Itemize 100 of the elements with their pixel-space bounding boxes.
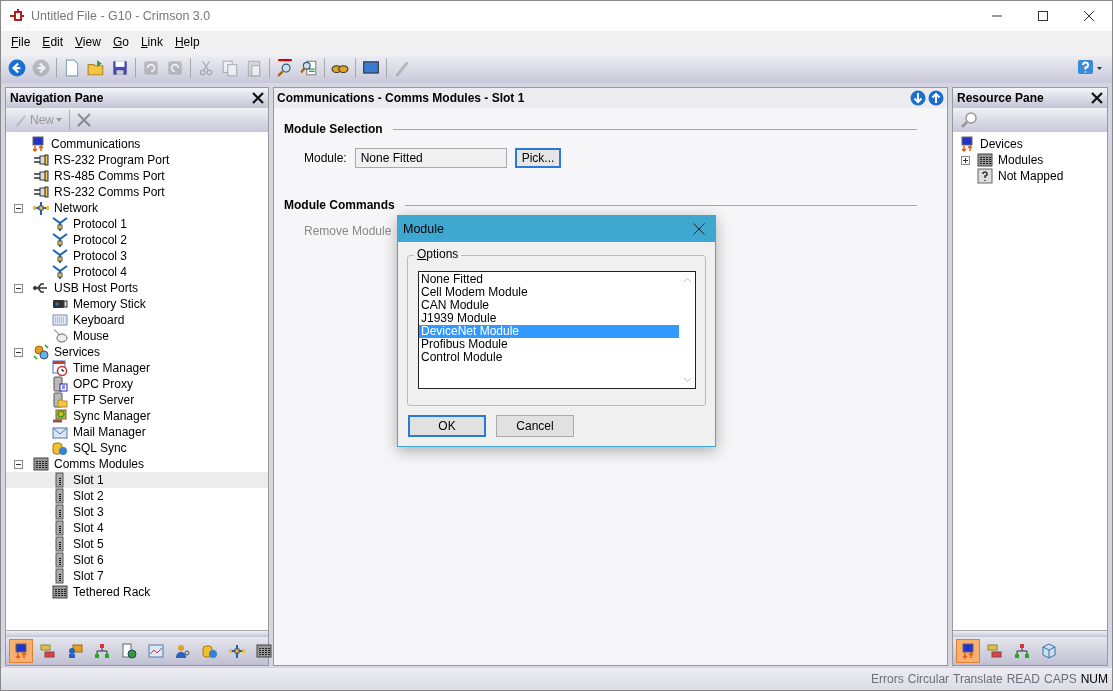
gears-icon <box>33 344 49 360</box>
tree-item[interactable]: Slot 6 <box>6 552 268 568</box>
menu-item[interactable]: Go <box>106 35 135 49</box>
tree-item[interactable]: Tethered Rack <box>6 584 268 600</box>
tree-item[interactable]: Not Mapped <box>953 168 1107 184</box>
tree-item[interactable]: Sync Manager <box>6 408 268 424</box>
mouse-icon <box>52 328 68 344</box>
tree-item[interactable]: Protocol 4 <box>6 264 268 280</box>
app-icon <box>9 8 25 24</box>
pick-button[interactable]: Pick... <box>514 148 562 168</box>
close-button[interactable] <box>693 223 705 235</box>
pane-title: Navigation Pane <box>10 91 104 105</box>
tree-item[interactable]: FTP Server <box>6 392 268 408</box>
status-indicator: CAPS <box>1044 672 1077 686</box>
down-arrow-icon[interactable] <box>910 90 926 106</box>
tree-item[interactable]: Slot 2 <box>6 488 268 504</box>
expander-icon[interactable] <box>14 459 23 469</box>
tree-item[interactable]: SQL Sync <box>6 440 268 456</box>
list-item[interactable]: J1939 Module <box>419 312 679 325</box>
tree-item[interactable]: RS-485 Comms Port <box>6 168 268 184</box>
tree-item[interactable]: Mouse <box>6 328 268 344</box>
tree-item[interactable]: Network <box>6 200 268 216</box>
server-icon <box>52 376 68 392</box>
tree-item[interactable]: OPC Proxy <box>6 376 268 392</box>
network-icon <box>33 200 49 216</box>
envelope-icon <box>52 424 68 440</box>
tree-item[interactable]: Protocol 3 <box>6 248 268 264</box>
close-icon[interactable] <box>1091 92 1103 104</box>
section-heading: Module Selection <box>284 122 383 136</box>
tree-item[interactable]: Devices <box>953 136 1107 152</box>
list-item[interactable]: None Fitted <box>419 273 679 286</box>
tree-item[interactable]: RS-232 Program Port <box>6 152 268 168</box>
maximize-icon <box>1038 11 1048 21</box>
computer-icon[interactable] <box>9 639 33 663</box>
tree-item[interactable]: RS-232 Comms Port <box>6 184 268 200</box>
server-folder-icon <box>52 392 68 408</box>
keyboard-icon <box>52 312 68 328</box>
tree-item[interactable]: Modules <box>953 152 1107 168</box>
tree-item[interactable]: USB Host Ports <box>6 280 268 296</box>
tree-item[interactable]: Mail Manager <box>6 424 268 440</box>
tree-item[interactable]: Slot 3 <box>6 504 268 520</box>
status-indicator: Errors <box>871 672 904 686</box>
menu-item[interactable]: Edit <box>36 35 70 49</box>
plug-icon <box>33 168 49 184</box>
splitter-grip[interactable] <box>953 630 1107 637</box>
plug-icon <box>33 152 49 168</box>
rack-icon <box>52 584 68 600</box>
status-indicator: Circular <box>907 672 950 686</box>
close-icon[interactable] <box>252 92 264 104</box>
tree-item[interactable]: Slot 4 <box>6 520 268 536</box>
protocol-icon <box>52 216 68 232</box>
tree-item[interactable]: Slot 7 <box>6 568 268 584</box>
tree-item[interactable]: Protocol 1 <box>6 216 268 232</box>
tree-item[interactable]: Communications <box>6 136 268 152</box>
protocol-icon <box>52 264 68 280</box>
expander-icon[interactable] <box>14 203 23 213</box>
menu-item[interactable]: Help <box>168 35 206 49</box>
status-indicator: READ <box>1006 672 1040 686</box>
computer-icon[interactable] <box>956 639 980 663</box>
tree-item[interactable]: Time Manager <box>6 360 268 376</box>
dialog-title: Module <box>403 222 444 236</box>
tree-item[interactable]: Keyboard <box>6 312 268 328</box>
list-item[interactable]: CAN Module <box>419 299 679 312</box>
status-indicator: Translate <box>953 672 1003 686</box>
pane-title: Resource Pane <box>957 91 1044 105</box>
menu-item[interactable]: File <box>5 35 37 49</box>
splitter-grip[interactable] <box>6 630 268 637</box>
window-title: Untitled File - G10 - Crimson 3.0 <box>31 9 211 23</box>
tree-item[interactable]: Memory Stick <box>6 296 268 312</box>
module-field: None Fitted <box>354 148 507 168</box>
section-heading: Module Commands <box>284 198 395 212</box>
tree-item[interactable]: Services <box>6 344 268 360</box>
rack-icon <box>977 152 993 168</box>
database-icon <box>52 440 68 456</box>
group-label: Options <box>414 247 462 261</box>
expander-icon[interactable] <box>14 347 23 357</box>
computer-icon <box>30 136 46 152</box>
tree-item[interactable]: Slot 1 <box>6 472 268 488</box>
menu-item[interactable]: Link <box>134 35 169 49</box>
options-list[interactable]: None Fitted Cell Modem Module CAN Module J1939 Module DeviceNet Module Profibus Module Control Module <box>418 271 696 389</box>
tree-item[interactable]: Slot 5 <box>6 536 268 552</box>
question-icon <box>977 168 993 184</box>
tree-item[interactable]: Comms Modules <box>6 456 268 472</box>
list-item[interactable]: Cell Modem Module <box>419 286 679 299</box>
dialog-button[interactable]: Cancel <box>496 415 574 437</box>
editor-title: Communications - Comms Modules - Slot 1 <box>277 91 525 105</box>
expander-icon[interactable] <box>14 283 23 293</box>
status-indicator: NUM <box>1080 672 1108 686</box>
protocol-icon <box>52 248 68 264</box>
dialog-button[interactable]: OK <box>408 415 486 437</box>
up-arrow-icon[interactable] <box>928 90 944 106</box>
tree-item[interactable]: Protocol 2 <box>6 232 268 248</box>
list-item[interactable]: Control Module <box>419 351 679 364</box>
menu-item[interactable]: View <box>69 35 107 49</box>
plug-icon <box>33 184 49 200</box>
close-icon <box>1084 11 1094 21</box>
list-item[interactable]: Profibus Module <box>419 338 679 351</box>
field-label: Module: <box>304 151 347 165</box>
caret-icon <box>56 118 62 122</box>
expander-icon[interactable] <box>961 155 970 165</box>
